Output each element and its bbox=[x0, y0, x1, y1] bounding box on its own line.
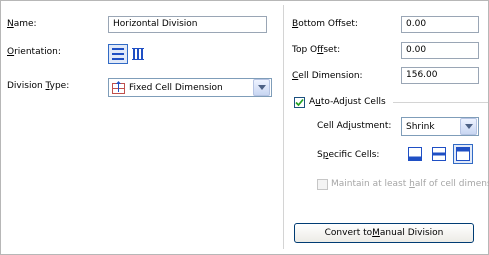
horizontal-orientation-button[interactable] bbox=[108, 44, 128, 64]
cell-adjustment-select[interactable]: Shrink bbox=[401, 117, 479, 136]
checkmark-icon bbox=[295, 98, 304, 107]
column-divider bbox=[283, 5, 284, 249]
cell-adjustment-value: Shrink bbox=[406, 121, 435, 132]
vertical-orientation-button[interactable] bbox=[128, 44, 148, 64]
specific-cells-label: Specific Cells: bbox=[317, 150, 380, 160]
division-type-value: Fixed Cell Dimension bbox=[129, 82, 223, 93]
cell-adjustment-label: Cell Adjustment: bbox=[317, 121, 392, 131]
vertical-lines-icon bbox=[132, 48, 144, 60]
orientation-label: Orientation: bbox=[7, 47, 61, 57]
bottom-offset-label: Bottom Offset: bbox=[292, 19, 358, 29]
group-line bbox=[393, 102, 488, 103]
division-type-label: Division Type: bbox=[7, 81, 70, 91]
chevron-down-icon bbox=[257, 84, 266, 90]
convert-to-manual-division-button[interactable]: Convert to Manual Division bbox=[294, 223, 474, 243]
top-offset-field[interactable]: 0.00 bbox=[401, 42, 479, 59]
dropdown-button[interactable] bbox=[460, 118, 477, 135]
dropdown-button[interactable] bbox=[253, 79, 270, 96]
cell-middle-icon bbox=[432, 147, 446, 161]
top-offset-label: Top Offset: bbox=[292, 45, 341, 55]
division-type-select[interactable]: Fixed Cell Dimension bbox=[108, 78, 272, 97]
horizontal-lines-icon bbox=[112, 48, 124, 60]
name-field[interactable]: Horizontal Division bbox=[108, 16, 267, 33]
specific-cell-bottom-button[interactable] bbox=[405, 144, 425, 164]
auto-adjust-label[interactable]: Auto-Adjust Cells bbox=[309, 97, 386, 107]
bottom-offset-field[interactable]: 0.00 bbox=[401, 16, 479, 33]
name-label: Name: bbox=[7, 19, 37, 29]
fixed-cell-dimension-icon bbox=[112, 81, 125, 94]
maintain-half-checkbox[interactable] bbox=[317, 179, 328, 190]
chevron-down-icon bbox=[464, 123, 473, 129]
maintain-half-label: Maintain at least half of cell dimensio bbox=[331, 179, 489, 189]
cell-dimension-label: Cell Dimension: bbox=[292, 71, 363, 81]
specific-cell-top-button[interactable] bbox=[453, 144, 473, 164]
division-properties-panel: Name: Horizontal Division Orientation: D… bbox=[0, 0, 489, 255]
cell-dimension-field[interactable]: 156.00 bbox=[401, 67, 479, 84]
cell-top-icon bbox=[456, 147, 470, 161]
cell-bottom-icon bbox=[408, 147, 422, 161]
specific-cell-middle-button[interactable] bbox=[429, 144, 449, 164]
auto-adjust-checkbox[interactable] bbox=[294, 97, 305, 108]
